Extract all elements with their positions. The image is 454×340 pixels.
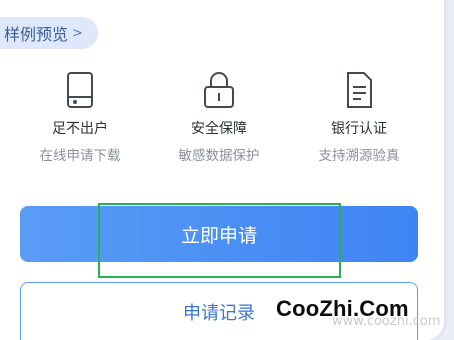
tablet-icon [67, 72, 93, 108]
apply-now-button[interactable]: 立即申请 [20, 206, 418, 262]
feature-title: 足不出户 [52, 121, 108, 137]
feature-title: 安全保障 [191, 121, 247, 137]
document-icon [347, 72, 372, 108]
feature-title: 银行认证 [331, 121, 387, 137]
sample-preview-button[interactable]: 样例预览 > [0, 17, 98, 49]
lock-icon [204, 72, 234, 108]
feature-online: 足不出户 在线申请下载 [20, 70, 140, 164]
chevron-right-icon: > [72, 25, 83, 41]
sample-preview-label: 样例预览 [4, 25, 69, 44]
application-records-label: 申请记录 [183, 302, 255, 324]
feature-security: 安全保障 敏感数据保护 [159, 70, 279, 164]
feature-bank-cert: 银行认证 支持溯源验真 [299, 70, 419, 164]
watermark: CooZhi.Com [276, 296, 409, 321]
feature-subtitle: 敏感数据保护 [178, 148, 260, 164]
main-card: 样例预览 > 足不出户 在线申请下载 安全保障 敏感数据保护 银行认证 支持溯源… [0, 0, 444, 340]
feature-subtitle: 在线申请下载 [39, 148, 121, 164]
feature-subtitle: 支持溯源验真 [318, 148, 400, 164]
